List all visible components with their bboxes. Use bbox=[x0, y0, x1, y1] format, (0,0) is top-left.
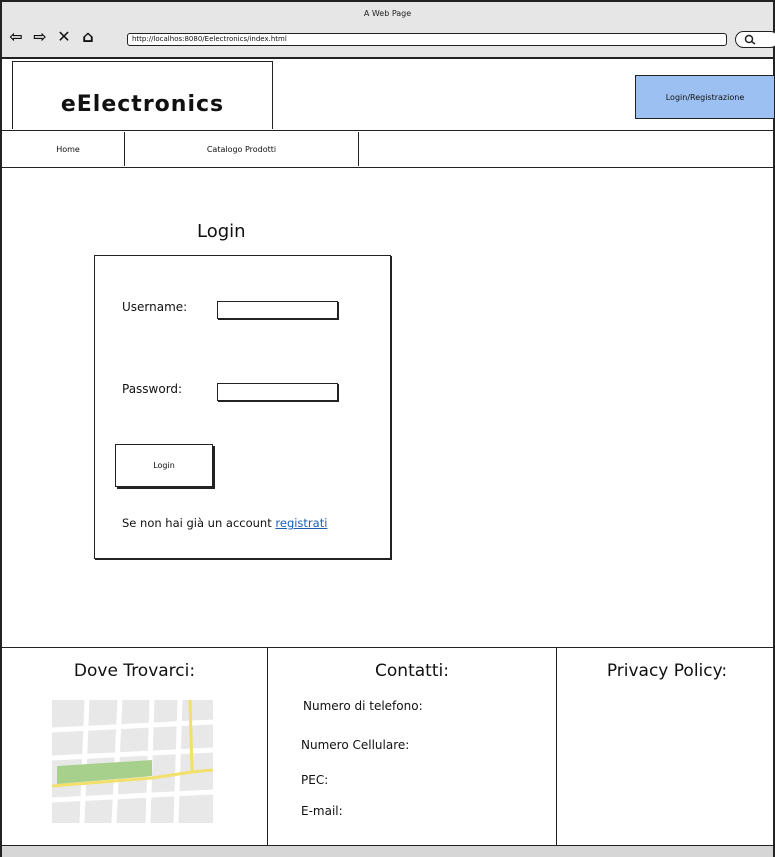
menu-item-catalogo[interactable]: Catalogo Prodotti bbox=[125, 132, 359, 166]
browser-titlebar: A Web Page ⇦ ⇨ ✕ ⌂ http://localhos:8080/… bbox=[2, 2, 775, 59]
browser-statusbar bbox=[2, 845, 773, 857]
contact-email: E-mail: bbox=[301, 804, 343, 818]
window-title: A Web Page bbox=[363, 9, 412, 18]
browser-window: A Web Page ⇦ ⇨ ✕ ⌂ http://localhos:8080/… bbox=[0, 0, 775, 857]
contacts-heading: Contatti: bbox=[375, 661, 449, 681]
password-label: Password: bbox=[122, 382, 183, 396]
home-icon[interactable]: ⌂ bbox=[78, 28, 98, 46]
register-prompt-text: Se non hai già un account bbox=[122, 516, 272, 530]
search-icon bbox=[744, 34, 756, 45]
footer-privacy: Privacy Policy: bbox=[557, 648, 775, 846]
main-content: Login Username: Password: Login Se non h… bbox=[2, 169, 773, 647]
site-logo[interactable]: eElectronics bbox=[61, 92, 224, 117]
menu-item-home[interactable]: Home bbox=[12, 132, 125, 166]
url-bar[interactable]: http://localhos:8080/Eelectronics/index.… bbox=[127, 33, 727, 46]
register-link[interactable]: registrati bbox=[275, 516, 327, 530]
close-icon[interactable]: ✕ bbox=[54, 28, 74, 46]
register-prompt: Se non hai già un account registrati bbox=[122, 516, 327, 530]
contact-pec: PEC: bbox=[301, 773, 329, 787]
nav-menu: Home Catalogo Prodotti bbox=[2, 132, 773, 168]
username-input[interactable] bbox=[217, 301, 338, 319]
login-title: Login bbox=[197, 221, 246, 242]
password-input[interactable] bbox=[217, 383, 338, 401]
map-image[interactable] bbox=[52, 700, 213, 823]
site-footer: Dove Trovarci: Contatti: Numero di telef… bbox=[2, 647, 775, 846]
logo-box: eElectronics bbox=[12, 61, 273, 129]
back-arrow-icon[interactable]: ⇦ bbox=[6, 28, 26, 46]
contact-mobile: Numero Cellulare: bbox=[301, 738, 410, 752]
footer-contacts: Contatti: Numero di telefono: Numero Cel… bbox=[268, 648, 557, 846]
login-register-button[interactable]: Login/Registrazione bbox=[635, 75, 775, 119]
privacy-heading[interactable]: Privacy Policy: bbox=[557, 661, 775, 681]
username-label: Username: bbox=[122, 300, 188, 314]
footer-location: Dove Trovarci: bbox=[2, 648, 268, 846]
login-submit-button[interactable]: Login bbox=[115, 444, 213, 487]
login-form: Username: Password: Login Se non hai già… bbox=[94, 255, 391, 559]
contact-phone: Numero di telefono: bbox=[303, 699, 423, 713]
search-button[interactable] bbox=[735, 31, 775, 48]
location-heading: Dove Trovarci: bbox=[73, 661, 196, 681]
forward-arrow-icon[interactable]: ⇨ bbox=[30, 28, 50, 46]
browser-nav-controls: ⇦ ⇨ ✕ ⌂ bbox=[6, 28, 98, 46]
